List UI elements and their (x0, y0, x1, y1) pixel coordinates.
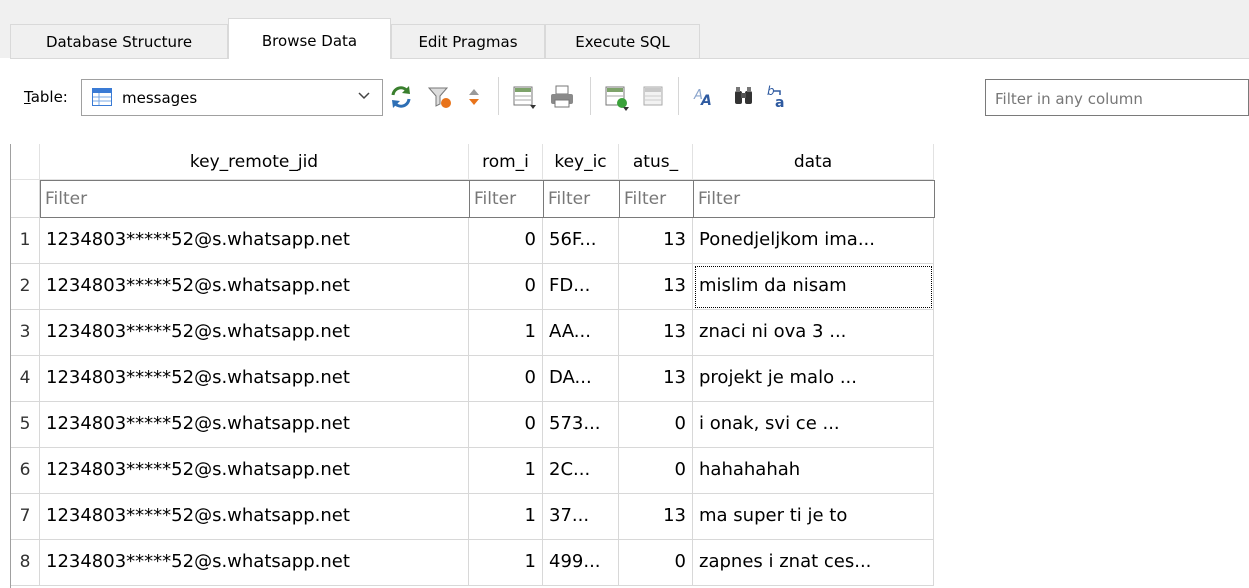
filter-status[interactable]: Filter (619, 180, 693, 218)
tab-edit-pragmas[interactable]: Edit Pragmas (391, 24, 545, 58)
cell-key-id[interactable]: 37... (543, 494, 619, 540)
table-select[interactable]: messages (81, 79, 383, 116)
toolbar-separator (590, 77, 591, 115)
browse-toolbar: Table: messages A A b a Filter in any co… (10, 59, 1249, 144)
cell-from-me[interactable]: 0 (469, 356, 543, 402)
svg-text:a: a (775, 95, 784, 111)
cell-from-me[interactable]: 0 (469, 264, 543, 310)
print-icon[interactable] (548, 83, 576, 111)
data-grid-area: key_remote_jid rom_i key_ic atus_ data F… (0, 144, 1249, 588)
grid-corner (11, 144, 40, 180)
cell-key-remote-jid[interactable]: 1234803*****52@s.whatsapp.net (40, 402, 469, 448)
column-header-status[interactable]: atus_ (619, 144, 693, 180)
cell-key-remote-jid[interactable]: 1234803*****52@s.whatsapp.net (40, 264, 469, 310)
row-number[interactable]: 6 (11, 448, 40, 494)
row-number[interactable]: 2 (11, 264, 40, 310)
row-number[interactable]: 1 (11, 218, 40, 264)
cell-status[interactable]: 13 (619, 494, 693, 540)
cell-key-id[interactable]: 56F... (543, 218, 619, 264)
tab-execute-sql[interactable]: Execute SQL (545, 24, 700, 58)
cell-data[interactable]: hahahahah (693, 448, 934, 494)
cell-key-remote-jid[interactable]: 1234803*****52@s.whatsapp.net (40, 356, 469, 402)
refresh-icon[interactable] (387, 83, 415, 111)
cell-key-id[interactable]: FD... (543, 264, 619, 310)
column-header-from-me[interactable]: rom_i (469, 144, 543, 180)
row-number[interactable]: 3 (11, 310, 40, 356)
column-header-key-id[interactable]: key_ic (543, 144, 619, 180)
cell-key-id[interactable]: 573... (543, 402, 619, 448)
table-label: Table: (24, 88, 68, 106)
filter-row-corner (11, 180, 40, 218)
sort-icon[interactable] (460, 83, 488, 111)
find-replace-icon[interactable] (730, 83, 758, 111)
table-select-value: messages (122, 89, 198, 107)
cell-key-remote-jid[interactable]: 1234803*****52@s.whatsapp.net (40, 540, 469, 586)
cell-key-id[interactable]: DA... (543, 356, 619, 402)
column-header-key-remote-jid[interactable]: key_remote_jid (40, 144, 469, 180)
cell-status[interactable]: 0 (619, 448, 693, 494)
cell-key-id[interactable]: 2C... (543, 448, 619, 494)
column-header-data[interactable]: data (693, 144, 934, 180)
filter-key-remote-jid[interactable]: Filter (40, 180, 469, 218)
tab-bar: Database Structure Browse Data Edit Prag… (0, 0, 1249, 59)
cell-status[interactable]: 13 (619, 310, 693, 356)
row-number[interactable]: 7 (11, 494, 40, 540)
row-number[interactable]: 4 (11, 356, 40, 402)
cell-data[interactable]: mislim da nisam (693, 264, 934, 310)
filter-any-column-input[interactable]: Filter in any column (985, 79, 1249, 116)
cell-key-id[interactable]: AA... (543, 310, 619, 356)
replace-icon[interactable]: b a (765, 83, 793, 111)
cell-from-me[interactable]: 1 (469, 310, 543, 356)
filter-key-id[interactable]: Filter (543, 180, 619, 218)
cell-status[interactable]: 0 (619, 540, 693, 586)
row-number[interactable]: 5 (11, 402, 40, 448)
delete-record-icon[interactable] (640, 83, 668, 111)
cell-from-me[interactable]: 1 (469, 448, 543, 494)
cell-status[interactable]: 13 (619, 264, 693, 310)
cell-key-remote-jid[interactable]: 1234803*****52@s.whatsapp.net (40, 218, 469, 264)
cell-key-remote-jid[interactable]: 1234803*****52@s.whatsapp.net (40, 448, 469, 494)
svg-text:A: A (700, 93, 712, 109)
cell-data[interactable]: zapnes i znat ces... (693, 540, 934, 586)
toolbar-separator (498, 77, 499, 115)
toolbar-separator (678, 77, 679, 115)
cell-status[interactable]: 13 (619, 356, 693, 402)
find-icon[interactable]: A A (692, 83, 720, 111)
cell-data[interactable]: ma super ti je to (693, 494, 934, 540)
cell-data[interactable]: znaci ni ova 3 ... (693, 310, 934, 356)
cell-status[interactable]: 13 (619, 218, 693, 264)
chevron-down-icon (358, 92, 370, 100)
filter-data[interactable]: Filter (693, 180, 935, 218)
cell-key-id[interactable]: 499... (543, 540, 619, 586)
cell-from-me[interactable]: 0 (469, 218, 543, 264)
row-number[interactable]: 8 (11, 540, 40, 586)
cell-from-me[interactable]: 0 (469, 402, 543, 448)
new-record-icon[interactable] (510, 83, 538, 111)
cell-from-me[interactable]: 1 (469, 494, 543, 540)
cell-from-me[interactable]: 1 (469, 540, 543, 586)
cell-data[interactable]: projekt je malo ... (693, 356, 934, 402)
filter-any-column-placeholder: Filter in any column (995, 90, 1143, 108)
cell-status[interactable]: 0 (619, 402, 693, 448)
tab-browse-data[interactable]: Browse Data (228, 18, 391, 59)
clear-filters-icon[interactable] (426, 83, 454, 111)
tab-database-structure[interactable]: Database Structure (10, 24, 228, 58)
cell-key-remote-jid[interactable]: 1234803*****52@s.whatsapp.net (40, 310, 469, 356)
cell-data[interactable]: i onak, svi ce ... (693, 402, 934, 448)
svg-text:b: b (767, 84, 775, 98)
cell-key-remote-jid[interactable]: 1234803*****52@s.whatsapp.net (40, 494, 469, 540)
filter-from-me[interactable]: Filter (469, 180, 543, 218)
table-icon (92, 88, 112, 106)
cell-data[interactable]: Ponedjeljkom ima... (693, 218, 934, 264)
insert-record-icon[interactable] (602, 83, 630, 111)
